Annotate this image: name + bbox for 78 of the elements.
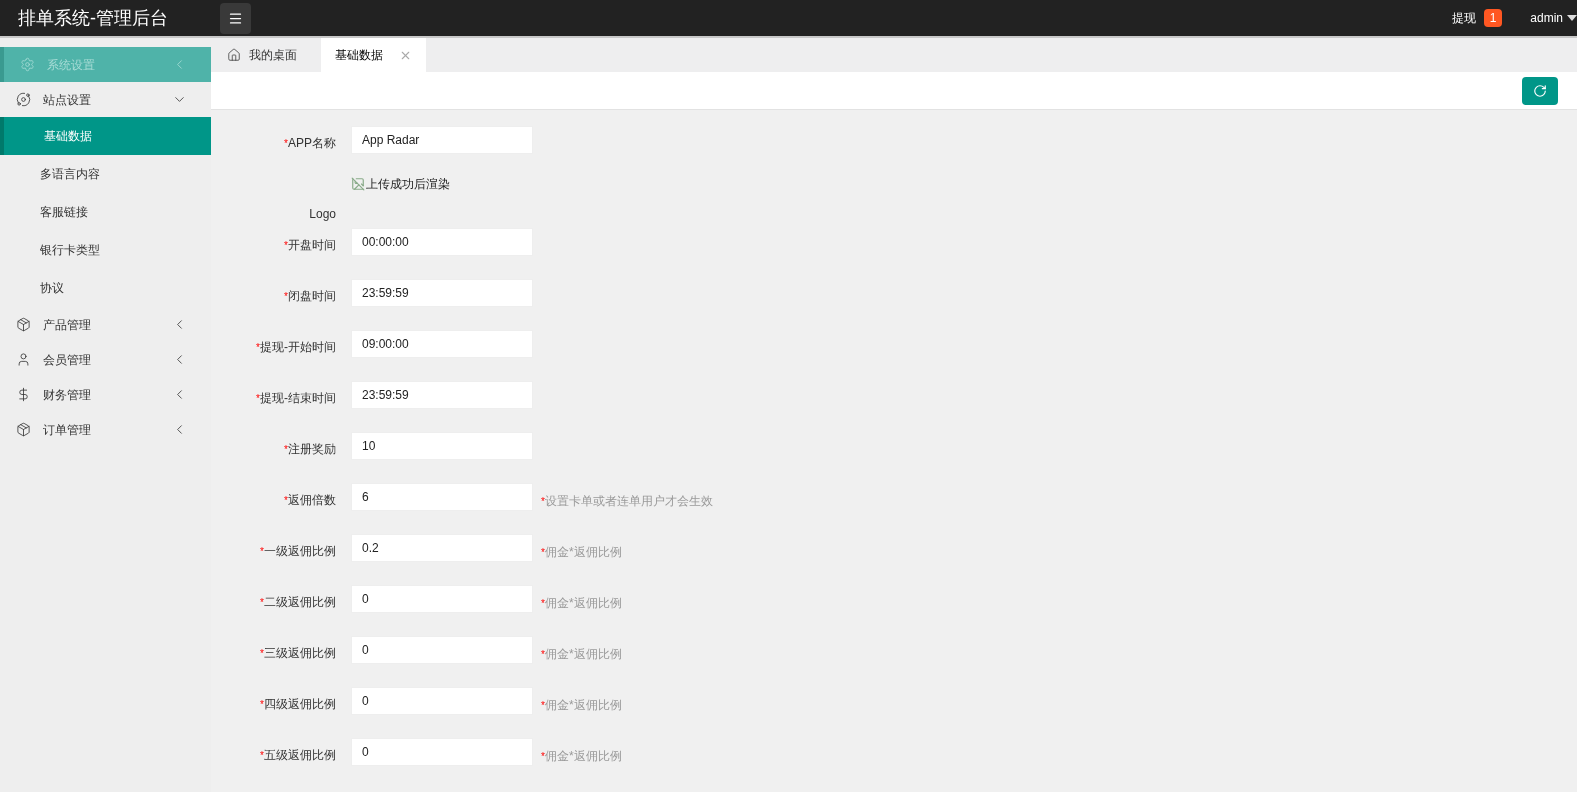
- user-icon: [16, 352, 31, 367]
- sidebar-item[interactable]: 产品管理: [0, 307, 211, 342]
- menu-icon: [228, 10, 243, 26]
- text-input[interactable]: 0: [351, 636, 533, 664]
- text-input[interactable]: 23:59:59: [351, 279, 533, 307]
- field-label: Logo: [309, 206, 336, 223]
- sidebar-subitem[interactable]: 基础数据: [0, 117, 211, 155]
- required-mark: *: [260, 697, 264, 712]
- sidebar-item[interactable]: 站点设置: [0, 82, 211, 117]
- tab[interactable]: 基础数据: [321, 38, 426, 72]
- field-hint: 设置卡单或者连单用户才会生效: [544, 493, 713, 510]
- text-input[interactable]: 0.2: [351, 534, 533, 562]
- broken-image: 上传成功后渲染: [351, 175, 450, 193]
- field-label: 提现-结束时间: [260, 390, 336, 407]
- text-input[interactable]: 09:00:00: [351, 330, 533, 358]
- text-input[interactable]: 0: [351, 585, 533, 613]
- field-label: 注册奖励: [288, 441, 336, 458]
- text-input[interactable]: 6: [351, 483, 533, 511]
- field-label: 闭盘时间: [288, 288, 336, 305]
- text-input[interactable]: 00:00:00: [351, 228, 533, 256]
- required-mark: *: [541, 647, 545, 662]
- field-hint: 佣金*返佣比例: [544, 646, 622, 663]
- user-menu[interactable]: admin: [1530, 9, 1577, 27]
- sidebar-item[interactable]: 财务管理: [0, 377, 211, 412]
- required-mark: *: [541, 494, 545, 509]
- field-label: 开盘时间: [288, 237, 336, 254]
- text-input[interactable]: 10: [351, 432, 533, 460]
- sidebar-subitem[interactable]: 协议: [0, 269, 211, 307]
- text-input[interactable]: 0: [351, 738, 533, 766]
- tab[interactable]: 我的桌面: [211, 38, 313, 72]
- caret-icon: [1567, 15, 1577, 21]
- required-mark: *: [256, 391, 260, 406]
- required-mark: *: [541, 698, 545, 713]
- required-mark: *: [284, 289, 288, 304]
- field-label: 一级返佣比例: [264, 543, 336, 560]
- required-mark: *: [260, 544, 264, 559]
- sidebar-item[interactable]: 会员管理: [0, 342, 211, 377]
- required-mark: *: [260, 646, 264, 661]
- sidebar-item[interactable]: 订单管理: [0, 412, 211, 447]
- withdraw-link[interactable]: 提现: [1451, 9, 1476, 27]
- sidebar-subitem[interactable]: 多语言内容: [0, 155, 211, 193]
- required-mark: *: [284, 493, 288, 508]
- required-mark: *: [284, 442, 288, 457]
- field-label: APP名称: [288, 135, 336, 152]
- text-input[interactable]: 0: [351, 687, 533, 715]
- count-badge: 1: [1483, 9, 1503, 27]
- required-mark: *: [541, 749, 545, 764]
- field-label: 三级返佣比例: [264, 645, 336, 662]
- field-hint: 佣金*返佣比例: [544, 697, 622, 714]
- home-icon: [227, 48, 241, 62]
- text-input[interactable]: 23:59:59: [351, 381, 533, 409]
- orbit-icon: [16, 92, 31, 107]
- box-icon: [16, 422, 31, 437]
- field-label: 提现-开始时间: [260, 339, 336, 356]
- required-mark: *: [541, 596, 545, 611]
- gear-icon: [20, 57, 35, 72]
- dollar-icon: [16, 387, 31, 402]
- field-hint: 佣金*返佣比例: [544, 595, 622, 612]
- menu-button[interactable]: [220, 2, 251, 34]
- field-label: 五级返佣比例: [264, 747, 336, 764]
- required-mark: *: [256, 340, 260, 355]
- required-mark: *: [260, 748, 264, 763]
- refresh-button[interactable]: [1522, 76, 1558, 105]
- field-label: 返佣倍数: [288, 492, 336, 509]
- text-input[interactable]: App Radar: [351, 126, 533, 154]
- required-mark: *: [260, 595, 264, 610]
- app-title: 排单系统-管理后台: [17, 6, 169, 30]
- required-mark: *: [284, 136, 288, 151]
- required-mark: *: [541, 545, 545, 560]
- box-icon: [16, 317, 31, 332]
- field-hint: 佣金*返佣比例: [544, 748, 622, 765]
- field-hint: 佣金*返佣比例: [544, 544, 622, 561]
- field-label: 四级返佣比例: [264, 696, 336, 713]
- required-mark: *: [284, 238, 288, 253]
- field-label: 二级返佣比例: [264, 594, 336, 611]
- refresh-icon: [1533, 83, 1547, 98]
- sidebar-subitem[interactable]: 银行卡类型: [0, 231, 211, 269]
- sidebar-subitem[interactable]: 客服链接: [0, 193, 211, 231]
